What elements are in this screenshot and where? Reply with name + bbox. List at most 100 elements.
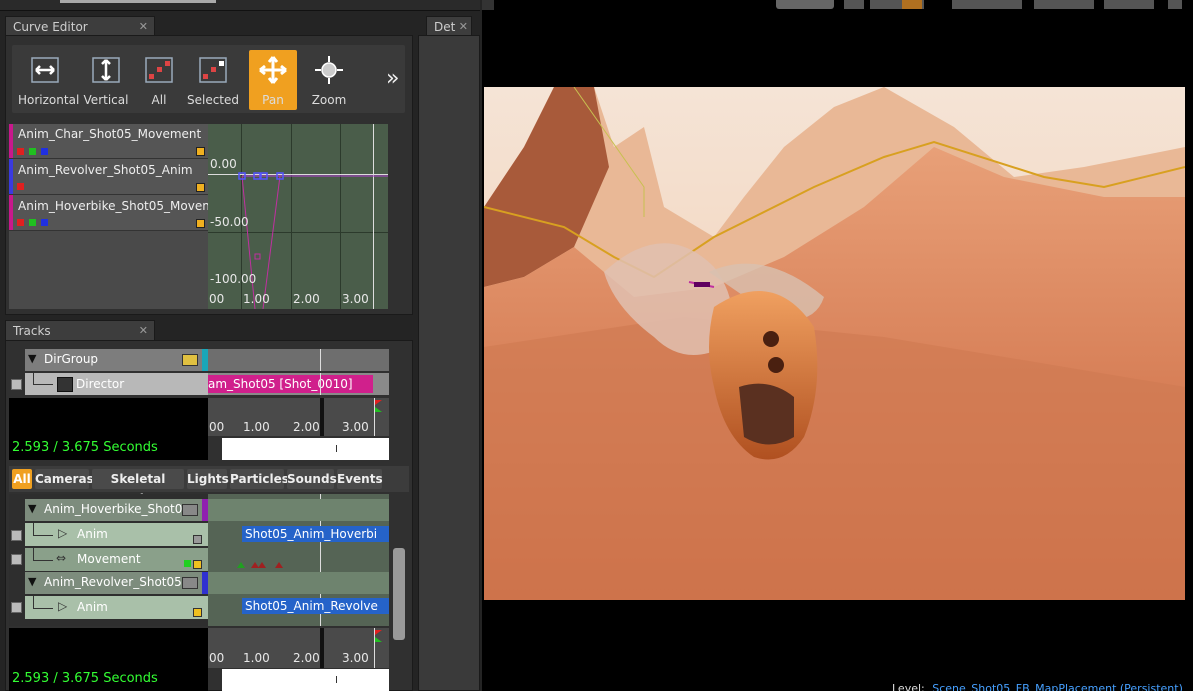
pan-button[interactable]: Pan	[249, 50, 297, 110]
viewport-toolbar-icon[interactable]	[1034, 0, 1094, 9]
fit-selected-button[interactable]: Selected	[186, 50, 240, 110]
curve-item-revolver-anim[interactable]: Anim_Revolver_Shot05_Anim	[9, 159, 208, 195]
fit-horizontal-icon	[31, 57, 59, 83]
filter-lights[interactable]: Lights	[187, 469, 229, 489]
tree-line	[33, 608, 53, 609]
blue-channel-swatch[interactable]	[41, 148, 48, 155]
tab-tracks[interactable]: Tracks ✕	[5, 320, 155, 340]
red-channel-swatch[interactable]	[17, 183, 24, 190]
viewport-toolbar-icon[interactable]	[1104, 0, 1154, 9]
director-label: Director	[76, 377, 125, 391]
level-prefix: Level:	[892, 682, 925, 691]
curve-color-swatch[interactable]	[196, 219, 205, 228]
track-options-icon[interactable]	[193, 560, 202, 569]
tree-line	[33, 384, 53, 385]
curve-color-swatch[interactable]	[196, 183, 205, 192]
viewport[interactable]: Level: Scene_Shot05_FB_MapPlacement (Per…	[482, 0, 1193, 691]
x-tick: 1.00	[243, 292, 270, 306]
more-options-icon[interactable]: »	[386, 66, 399, 91]
viewport-toolbar-icon[interactable]	[952, 0, 1022, 9]
x-tick: 2.00	[293, 651, 320, 665]
red-channel-swatch[interactable]	[17, 219, 24, 226]
tab-curve-editor[interactable]: Curve Editor ✕	[5, 16, 155, 36]
collapse-arrow-icon[interactable]: ▼	[28, 575, 36, 588]
fit-all-button[interactable]: All	[132, 50, 186, 110]
track-options-icon[interactable]	[193, 535, 202, 544]
x-tick: 00	[209, 420, 225, 434]
x-tick: 00	[209, 651, 225, 665]
viewport-scrollbar[interactable]	[482, 0, 494, 10]
folder-icon[interactable]	[182, 504, 198, 516]
grid-snap-icon[interactable]	[902, 0, 922, 9]
fit-horizontal-button[interactable]: Horizontal	[18, 50, 79, 110]
folder-icon[interactable]	[182, 577, 198, 589]
anim-clip-hoverbike[interactable]: Shot05_Anim_Hoverbi	[242, 526, 389, 542]
filter-particles[interactable]: Particles	[230, 469, 289, 489]
close-icon[interactable]: ✕	[139, 321, 148, 341]
curve-item-hoverbike-movement[interactable]: Anim_Hoverbike_Shot05_Movement	[9, 195, 234, 231]
anim-clip-revolver[interactable]: Shot05_Anim_Revolve	[242, 598, 389, 614]
fit-selected-icon	[199, 57, 227, 83]
zoom-button[interactable]: Zoom	[302, 50, 356, 110]
collapse-arrow-icon[interactable]: ▼	[28, 502, 36, 515]
tab-tracks-label: Tracks	[13, 324, 51, 338]
maximize-icon[interactable]	[1168, 0, 1182, 9]
scrub-bar[interactable]	[222, 438, 389, 460]
y-tick: 0.00	[210, 157, 237, 171]
red-channel-swatch[interactable]	[17, 148, 24, 155]
director-clip[interactable]: am_Shot05 [Shot_0010]	[208, 375, 373, 393]
fit-selected-label: Selected	[186, 93, 240, 107]
track-scrollbar[interactable]	[393, 548, 405, 640]
filter-sounds[interactable]: Sounds	[287, 469, 337, 489]
group-timeline	[208, 499, 389, 521]
tree-line	[33, 596, 34, 608]
blue-channel-swatch[interactable]	[41, 219, 48, 226]
tab-details[interactable]: Det ✕	[426, 16, 472, 36]
folder-icon[interactable]	[182, 354, 198, 366]
green-channel-swatch[interactable]	[29, 219, 36, 226]
y-tick: -50.00	[210, 215, 249, 229]
tree-line	[33, 548, 34, 560]
filter-all[interactable]: All	[12, 469, 32, 489]
movement-keyframes	[237, 562, 283, 568]
viewport-toolbar	[772, 0, 1193, 10]
track-row-hoverbike-anim[interactable]: ▷ Anim	[25, 523, 208, 546]
viewport-toolbar-icon[interactable]	[844, 0, 864, 9]
close-icon[interactable]: ✕	[459, 17, 468, 37]
filter-skeletal-meshes[interactable]: Skeletal Meshes	[92, 469, 184, 506]
director-row[interactable]: Director	[25, 373, 208, 395]
top-strip	[0, 0, 480, 11]
fit-vertical-button[interactable]: Vertical	[79, 50, 133, 110]
curve-graph[interactable]: 0.00 -50.00 -100.00 00 1.00 2.00 3.00	[208, 124, 388, 309]
track-checkbox[interactable]	[11, 602, 22, 613]
anim-track-icon: ▷	[58, 526, 68, 540]
green-channel-swatch[interactable]	[29, 148, 36, 155]
track-group-revolver[interactable]: ▼ Anim_Revolver_Shot05	[25, 572, 208, 594]
tab-curve-editor-label: Curve Editor	[13, 20, 88, 34]
x-tick: 2.00	[293, 420, 320, 434]
collapse-arrow-icon[interactable]: ▼	[28, 352, 36, 365]
curve-color-swatch[interactable]	[196, 147, 205, 156]
track-row-hoverbike-movement[interactable]: ⇔ Movement	[25, 548, 208, 571]
curve-accent	[9, 195, 13, 230]
dirgroup-row[interactable]: ▼ DirGroup	[25, 349, 208, 371]
curve-item-char-movement[interactable]: Anim_Char_Shot05_Movement	[9, 124, 208, 159]
track-options-icon[interactable]	[193, 608, 202, 617]
x-tick: 3.00	[342, 292, 369, 306]
bottom-scrub-bar[interactable]	[222, 669, 389, 691]
filter-events[interactable]: Events	[337, 469, 383, 489]
playhead	[320, 373, 321, 395]
track-group-hoverbike[interactable]: ▼ Anim_Hoverbike_Shot05	[25, 499, 208, 521]
track-checkbox[interactable]	[11, 379, 22, 390]
close-icon[interactable]: ✕	[139, 17, 148, 37]
x-tick: 3.00	[342, 651, 369, 665]
track-checkbox[interactable]	[11, 554, 22, 565]
track-row-revolver-anim[interactable]: ▷ Anim	[25, 596, 208, 619]
green-channel-swatch[interactable]	[184, 560, 191, 567]
fit-vertical-icon	[92, 57, 120, 83]
viewport-toolbar-icon[interactable]	[776, 0, 834, 9]
track-checkbox[interactable]	[11, 530, 22, 541]
filter-cameras[interactable]: Cameras	[35, 469, 94, 489]
pan-label: Pan	[262, 93, 284, 107]
zoom-label: Zoom	[311, 93, 347, 107]
